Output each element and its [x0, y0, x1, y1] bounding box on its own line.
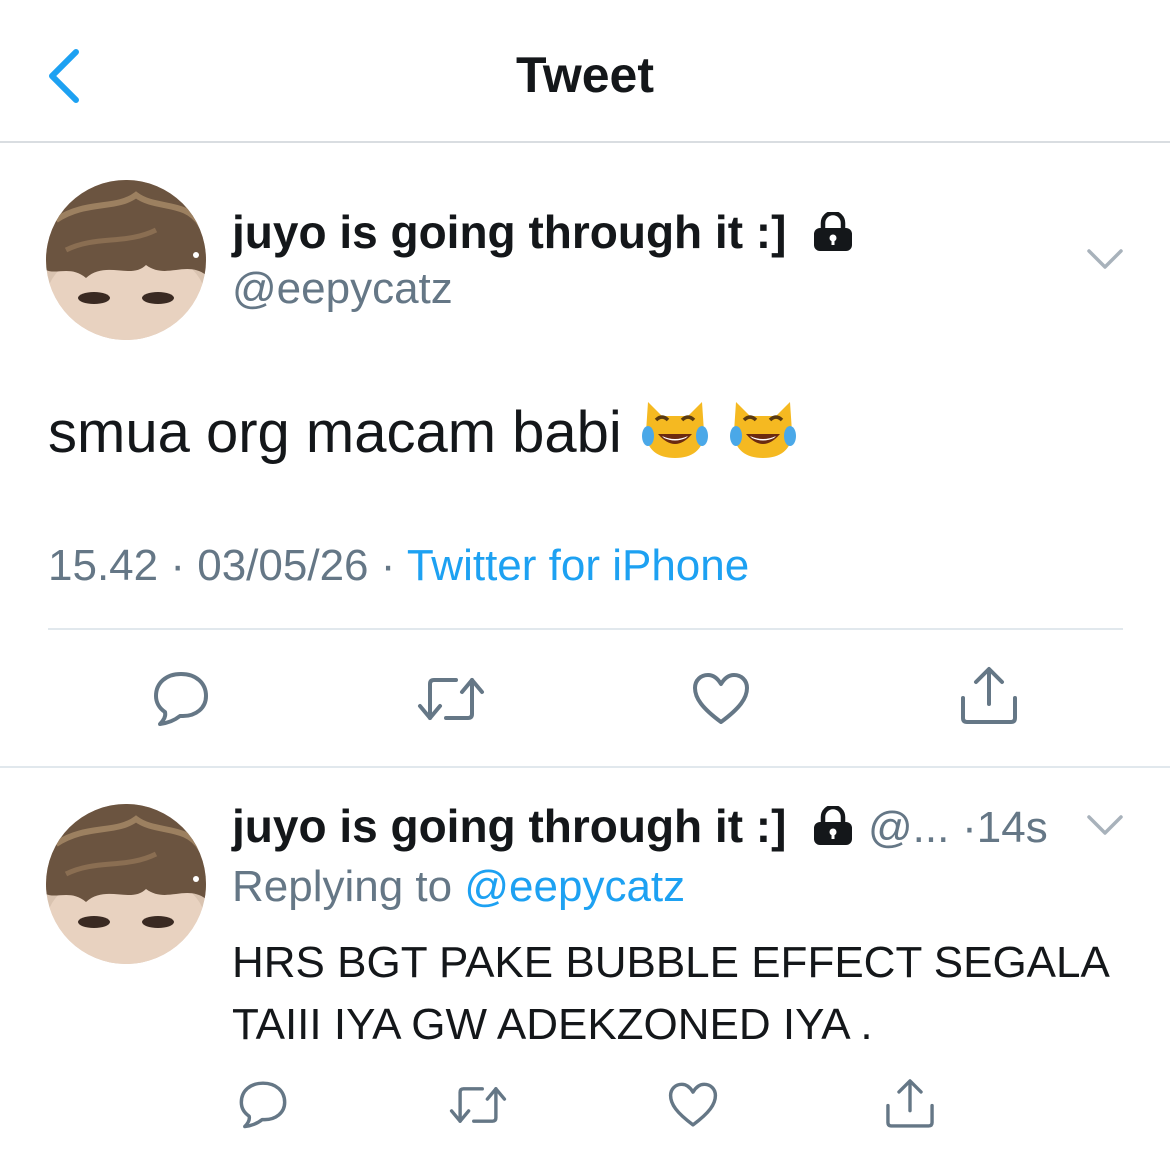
tweet-meta: 15.42 · 03/05/26 · Twitter for iPhone	[48, 538, 749, 594]
tweet-source-link[interactable]: Twitter for iPhone	[407, 541, 749, 590]
replying-to: Replying to @eepycatz	[232, 860, 685, 914]
reply-author-name: juyo is going through it :]	[232, 800, 787, 852]
avatar[interactable]	[46, 180, 206, 340]
share-icon[interactable]	[956, 664, 1022, 731]
tweet-time: 15.42	[48, 541, 159, 590]
author-name-text: juyo is going through it :]	[232, 206, 787, 258]
retweet-icon[interactable]	[416, 672, 486, 731]
tweet-text-body: smua org macam babi	[48, 400, 622, 465]
page-title: Tweet	[516, 47, 654, 103]
avatar[interactable]	[46, 804, 206, 964]
chevron-down-icon[interactable]	[1086, 812, 1124, 843]
reply-text: HRS BGT PAKE BUBBLE EFFECT SEGALA TAIII …	[232, 938, 1110, 1049]
tweet-date: 03/05/26	[197, 541, 369, 590]
heart-icon[interactable]	[690, 670, 752, 733]
meta-separator: ·	[170, 541, 185, 590]
replying-to-handle-link[interactable]: @eepycatz	[464, 862, 685, 911]
author-handle[interactable]: @eepycatz	[232, 262, 453, 316]
meta-separator: ·	[962, 803, 977, 852]
cat-tears-of-joy-emoji	[728, 396, 798, 476]
reply-icon[interactable]	[236, 1078, 290, 1135]
cat-tears-of-joy-emoji	[640, 396, 710, 476]
replying-to-label: Replying to	[232, 862, 453, 911]
meta-separator: ·	[380, 541, 396, 590]
reply-author-line[interactable]: juyo is going through it :] @... ·14s	[232, 798, 1048, 858]
lock-icon	[811, 208, 855, 264]
tweet-text: smua org macam babi	[48, 396, 798, 476]
heart-icon[interactable]	[666, 1080, 720, 1135]
divider	[48, 628, 1123, 630]
reply-icon[interactable]	[150, 668, 212, 733]
chevron-down-icon[interactable]	[1086, 246, 1124, 277]
share-icon[interactable]	[882, 1076, 938, 1135]
divider	[0, 766, 1170, 768]
reply-handle: @...	[868, 803, 950, 852]
lock-icon	[811, 802, 855, 858]
author-name[interactable]: juyo is going through it :]	[232, 204, 855, 264]
retweet-icon[interactable]	[448, 1082, 508, 1133]
reply-age: 14s	[976, 803, 1048, 852]
navigation-bar: Tweet	[0, 0, 1170, 143]
